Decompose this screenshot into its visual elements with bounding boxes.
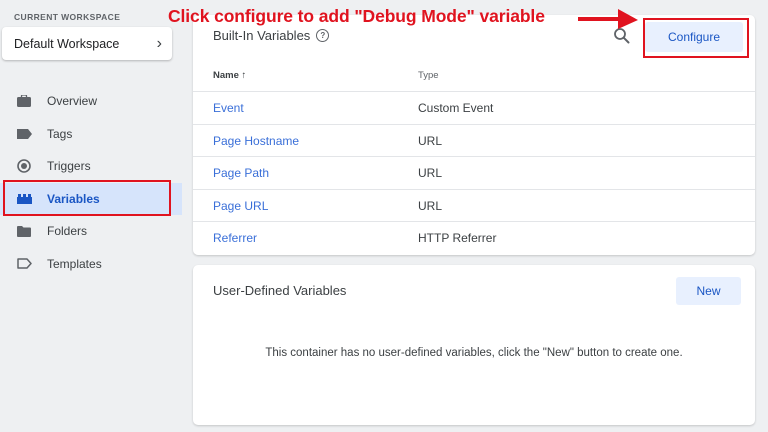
variable-name-link[interactable]: Event	[213, 101, 244, 115]
table-header: Name ↑ Type	[193, 63, 755, 91]
column-header-name[interactable]: Name ↑	[213, 70, 246, 81]
table-row: Referrer HTTP Referrer	[193, 221, 755, 254]
empty-state-message: This container has no user-defined varia…	[265, 347, 683, 359]
help-icon[interactable]: ?	[316, 29, 330, 42]
column-header-type[interactable]: Type	[418, 70, 439, 81]
table-row: Page Hostname URL	[193, 123, 755, 157]
target-icon	[16, 158, 32, 174]
template-icon	[16, 256, 32, 272]
sidebar-item-label: Templates	[47, 256, 102, 271]
sidebar-nav: Overview Tags Triggers Variables Folders	[0, 85, 182, 280]
variable-type: HTTP Referrer	[418, 231, 497, 246]
sidebar-item-variables[interactable]: Variables	[0, 182, 182, 215]
workspace-name: Default Workspace	[14, 36, 120, 51]
tag-icon	[16, 126, 32, 142]
briefcase-icon	[16, 93, 32, 109]
sidebar-item-overview[interactable]: Overview	[0, 85, 182, 118]
sidebar-item-label: Overview	[47, 94, 98, 109]
variable-type: URL	[418, 198, 443, 213]
sidebar-item-triggers[interactable]: Triggers	[0, 150, 182, 183]
user-defined-title: User-Defined Variables	[213, 283, 347, 298]
configure-button[interactable]: Configure	[645, 22, 743, 52]
annotation-text: Click configure to add "Debug Mode" vari…	[168, 6, 545, 26]
workspace-label: CURRENT WORKSPACE	[14, 12, 121, 22]
sidebar-item-label: Tags	[47, 126, 73, 141]
variable-name-link[interactable]: Referrer	[213, 231, 257, 245]
variable-name-link[interactable]: Page URL	[213, 199, 268, 213]
folder-icon	[16, 223, 32, 239]
sidebar-item-label: Folders	[47, 224, 88, 239]
variable-type: URL	[418, 133, 443, 148]
variable-type: URL	[418, 166, 443, 181]
sidebar: CURRENT WORKSPACE Default Workspace › Ov…	[0, 0, 182, 432]
table-row: Page URL URL	[193, 188, 755, 222]
blocks-icon	[16, 191, 32, 207]
sidebar-item-label: Triggers	[47, 159, 91, 174]
sidebar-item-tags[interactable]: Tags	[0, 118, 182, 151]
builtin-title-text: Built-In Variables	[213, 28, 311, 43]
builtin-variables-title: Built-In Variables ?	[213, 28, 330, 43]
chevron-right-icon: ›	[156, 34, 162, 52]
user-defined-variables-card: User-Defined Variables New This containe…	[193, 265, 755, 425]
table-row: Event Custom Event	[193, 91, 755, 124]
variable-type: Custom Event	[418, 101, 494, 115]
new-variable-button[interactable]: New	[676, 277, 741, 305]
annotation-arrow-icon	[578, 9, 638, 29]
builtin-variables-card: Built-In Variables ? Configure Name ↑ Ty…	[193, 15, 755, 255]
sidebar-item-folders[interactable]: Folders	[0, 215, 182, 248]
workspace-selector[interactable]: Default Workspace ›	[2, 27, 172, 60]
variable-name-link[interactable]: Page Hostname	[213, 134, 299, 148]
sidebar-item-templates[interactable]: Templates	[0, 248, 182, 281]
sidebar-item-label: Variables	[47, 191, 100, 206]
table-row: Page Path URL	[193, 156, 755, 189]
variable-name-link[interactable]: Page Path	[213, 166, 269, 180]
